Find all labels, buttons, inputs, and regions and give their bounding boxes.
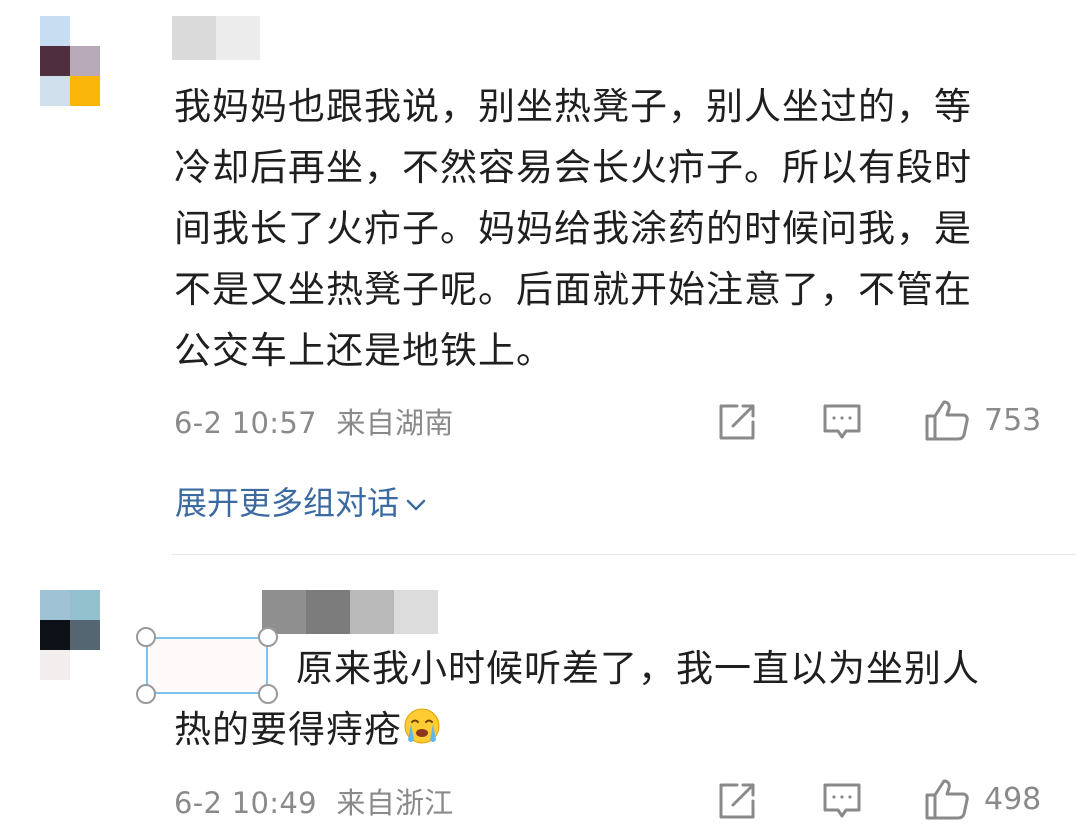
avatar-pixel bbox=[40, 46, 70, 76]
selection-handle[interactable] bbox=[136, 684, 156, 704]
username[interactable] bbox=[262, 590, 438, 634]
avatar-pixel bbox=[100, 76, 130, 106]
selection-handle[interactable] bbox=[136, 627, 156, 647]
comment-line: 公交车上还是地铁上。 bbox=[174, 329, 554, 372]
reply-button[interactable] bbox=[822, 781, 862, 821]
location: 来自浙江 bbox=[336, 786, 454, 820]
comment-meta: 6-2 10:49 来自浙江 bbox=[174, 780, 454, 822]
username-pixel bbox=[350, 590, 394, 634]
comment-icon bbox=[822, 402, 862, 442]
avatar-pixel bbox=[100, 590, 130, 620]
thumbs-up-icon bbox=[924, 398, 970, 442]
like-button[interactable]: 498 bbox=[924, 777, 1041, 821]
username-pixel bbox=[216, 16, 260, 60]
avatar-pixel bbox=[70, 590, 100, 620]
timestamp: 6-2 10:49 bbox=[174, 786, 317, 820]
comment-meta: 6-2 10:57 来自湖南 bbox=[174, 400, 454, 442]
username-pixel bbox=[172, 16, 216, 60]
share-button[interactable] bbox=[717, 402, 757, 442]
comment-line: 冷却后再坐，不然容易会长火疖子。所以有段时 bbox=[174, 146, 972, 189]
comment-line: 我妈妈也跟我说，别坐热凳子，别人坐过的，等 bbox=[174, 85, 972, 128]
avatar-pixel bbox=[100, 650, 130, 680]
expand-conversation-link[interactable]: 展开更多组对话 bbox=[175, 478, 427, 524]
reply-button[interactable] bbox=[822, 402, 862, 442]
avatar-pixel bbox=[70, 16, 100, 46]
chevron-down-icon bbox=[405, 482, 427, 520]
location: 来自湖南 bbox=[336, 406, 454, 440]
comment-thread: 我妈妈也跟我说，别坐热凳子，别人坐过的，等 冷却后再坐，不然容易会长火疖子。所以… bbox=[0, 0, 1076, 838]
divider bbox=[172, 554, 1076, 555]
comment-text: 热的要得痔疮 bbox=[174, 708, 402, 751]
comment-text: 我妈妈也跟我说，别坐热凳子，别人坐过的，等 冷却后再坐，不然容易会长火疖子。所以… bbox=[174, 76, 972, 381]
share-icon bbox=[717, 402, 757, 442]
avatar-pixel bbox=[70, 650, 100, 680]
crying-face-emoji bbox=[402, 703, 442, 764]
like-count: 753 bbox=[984, 402, 1042, 438]
text-selection-box[interactable] bbox=[146, 637, 268, 694]
avatar-pixel bbox=[70, 76, 100, 106]
username-pixel bbox=[394, 590, 438, 634]
avatar-pixel bbox=[70, 46, 100, 76]
expand-label: 展开更多组对话 bbox=[175, 484, 400, 522]
comment-line: 原来我小时候听差了，我一直以为坐别人 bbox=[296, 647, 980, 690]
comment-line: 热的要得痔疮 bbox=[174, 699, 442, 764]
comment-icon bbox=[822, 781, 862, 821]
selection-handle[interactable] bbox=[258, 627, 278, 647]
share-button[interactable] bbox=[717, 781, 757, 821]
username[interactable] bbox=[172, 16, 260, 60]
avatar-pixel bbox=[70, 620, 100, 650]
like-button[interactable]: 753 bbox=[924, 398, 1041, 442]
avatar-pixel bbox=[40, 16, 70, 46]
avatar[interactable] bbox=[40, 16, 130, 106]
comment-line: 不是又坐热凳子呢。后面就开始注意了，不管在 bbox=[174, 268, 972, 311]
avatar[interactable] bbox=[40, 590, 130, 680]
thumbs-up-icon bbox=[924, 777, 970, 821]
like-count: 498 bbox=[984, 781, 1042, 817]
avatar-pixel bbox=[100, 46, 130, 76]
avatar-pixel bbox=[40, 76, 70, 106]
avatar-pixel bbox=[40, 650, 70, 680]
comment-line: 间我长了火疖子。妈妈给我涂药的时候问我，是 bbox=[174, 207, 972, 250]
username-pixel bbox=[306, 590, 350, 634]
avatar-pixel bbox=[100, 620, 130, 650]
avatar-pixel bbox=[40, 620, 70, 650]
avatar-pixel bbox=[100, 16, 130, 46]
timestamp: 6-2 10:57 bbox=[174, 406, 317, 440]
share-icon bbox=[717, 781, 757, 821]
avatar-pixel bbox=[40, 590, 70, 620]
